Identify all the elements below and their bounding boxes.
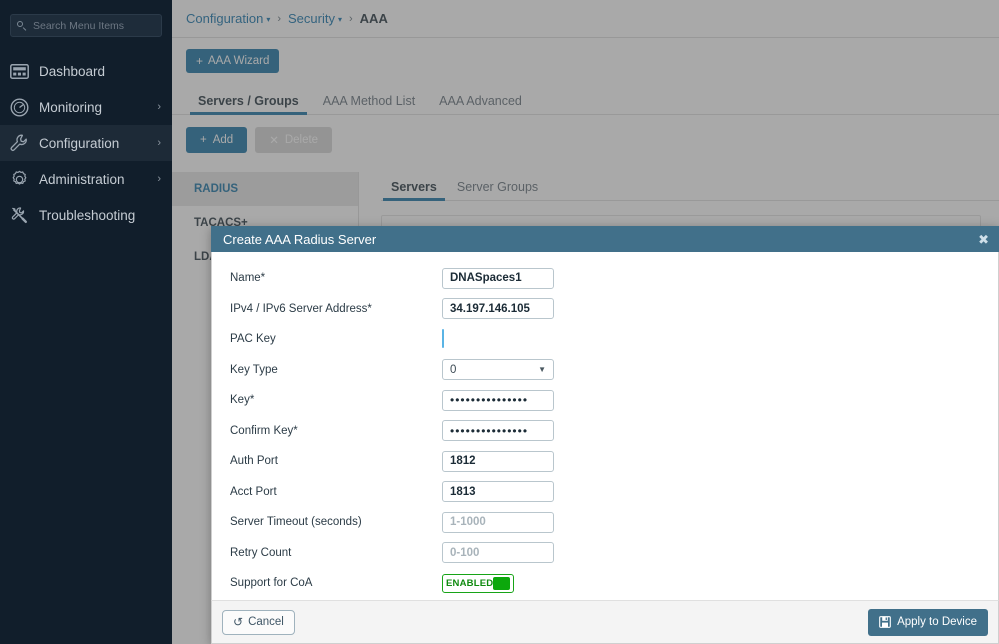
form-row-server-address: IPv4 / IPv6 Server Address* — [212, 294, 998, 325]
modal-body: Name* IPv4 / IPv6 Server Address* PAC Ke… — [211, 252, 999, 600]
label-retry-count: Retry Count — [230, 547, 442, 559]
form-row-confirm-key: Confirm Key* — [212, 416, 998, 447]
acct-port-input[interactable] — [442, 481, 554, 502]
cancel-button[interactable]: ↺ Cancel — [222, 610, 295, 635]
apply-label: Apply to Device — [897, 616, 977, 628]
label-server-timeout: Server Timeout (seconds) — [230, 516, 442, 528]
sidebar-item-label: Configuration — [39, 136, 119, 151]
chevron-right-icon: › — [157, 138, 161, 149]
form-row-pac-key: PAC Key — [212, 324, 998, 355]
chevron-down-icon: ▼ — [538, 365, 546, 374]
dashboard-icon — [8, 60, 30, 82]
form-row-name: Name* — [212, 263, 998, 294]
key-input[interactable] — [442, 390, 554, 411]
chevron-right-icon: › — [157, 102, 161, 113]
undo-icon: ↺ — [233, 615, 243, 629]
key-type-value: 0 — [450, 364, 456, 376]
support-coa-toggle[interactable]: ENABLED — [442, 574, 514, 593]
label-auth-port: Auth Port — [230, 455, 442, 467]
search-icon — [17, 21, 27, 31]
search-menu-items-box[interactable] — [10, 14, 162, 37]
sidebar-item-label: Troubleshooting — [39, 208, 135, 223]
label-key-type: Key Type — [230, 364, 442, 376]
save-icon — [879, 616, 891, 628]
server-address-input[interactable] — [442, 298, 554, 319]
sidebar-item-configuration[interactable]: Configuration › — [0, 125, 172, 161]
modal-footer: ↺ Cancel Apply to Device — [211, 600, 999, 644]
sidebar-item-label: Administration — [39, 172, 125, 187]
sidebar-item-label: Monitoring — [39, 100, 102, 115]
toggle-knob — [493, 577, 510, 590]
modal-title: Create AAA Radius Server — [223, 232, 978, 247]
chevron-right-icon: › — [157, 174, 161, 185]
name-input[interactable] — [442, 268, 554, 289]
label-support-coa: Support for CoA — [230, 577, 442, 589]
pac-key-checkbox[interactable] — [442, 329, 444, 348]
label-pac-key: PAC Key — [230, 333, 442, 345]
modal-header: Create AAA Radius Server ✖ — [211, 226, 999, 252]
form-row-retry-count: Retry Count — [212, 538, 998, 569]
label-confirm-key: Confirm Key* — [230, 425, 442, 437]
label-acct-port: Acct Port — [230, 486, 442, 498]
key-type-select[interactable]: 0 ▼ — [442, 359, 554, 380]
label-server-address: IPv4 / IPv6 Server Address* — [230, 303, 442, 315]
sidebar-item-troubleshooting[interactable]: Troubleshooting — [0, 197, 172, 233]
label-key: Key* — [230, 394, 442, 406]
gear-icon — [8, 168, 30, 190]
cancel-label: Cancel — [248, 616, 284, 628]
form-row-key-type: Key Type 0 ▼ — [212, 355, 998, 386]
auth-port-input[interactable] — [442, 451, 554, 472]
tools-icon — [8, 204, 30, 226]
sidebar: Dashboard Monitoring › Configuration › — [0, 0, 172, 644]
sidebar-item-administration[interactable]: Administration › — [0, 161, 172, 197]
form-row-support-coa: Support for CoA ENABLED — [212, 568, 998, 599]
monitoring-icon — [8, 96, 30, 118]
label-name: Name* — [230, 272, 442, 284]
search-input[interactable] — [33, 20, 155, 32]
apply-to-device-button[interactable]: Apply to Device — [868, 609, 988, 636]
create-aaa-radius-server-dialog: Create AAA Radius Server ✖ Name* IPv4 / … — [211, 226, 999, 644]
close-icon[interactable]: ✖ — [978, 233, 989, 246]
form-row-auth-port: Auth Port — [212, 446, 998, 477]
form-row-server-timeout: Server Timeout (seconds) — [212, 507, 998, 538]
sidebar-item-monitoring[interactable]: Monitoring › — [0, 89, 172, 125]
form-row-acct-port: Acct Port — [212, 477, 998, 508]
support-coa-state: ENABLED — [446, 578, 493, 589]
server-timeout-input[interactable] — [442, 512, 554, 533]
retry-count-input[interactable] — [442, 542, 554, 563]
sidebar-nav: Dashboard Monitoring › Configuration › — [0, 53, 172, 233]
sidebar-item-label: Dashboard — [39, 64, 105, 79]
form-row-key: Key* — [212, 385, 998, 416]
confirm-key-input[interactable] — [442, 420, 554, 441]
wrench-icon — [8, 132, 30, 154]
sidebar-item-dashboard[interactable]: Dashboard — [0, 53, 172, 89]
